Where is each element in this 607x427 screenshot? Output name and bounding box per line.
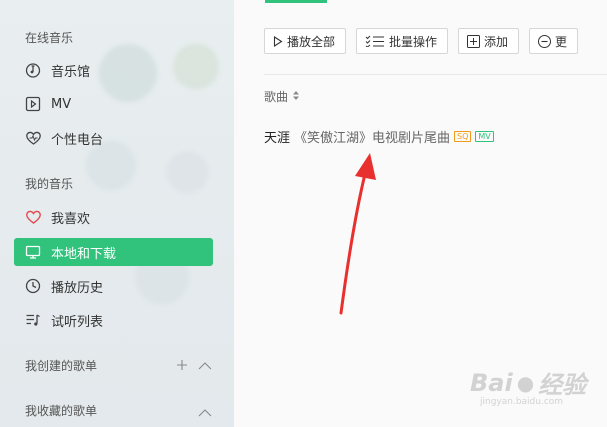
sort-icon <box>292 90 300 104</box>
sidebar-item-trial-list[interactable]: 试听列表 <box>14 306 213 334</box>
sidebar-item-label: 本地和下载 <box>51 246 117 262</box>
more-button[interactable]: 更 <box>529 28 579 54</box>
paw-icon: ● <box>516 370 535 395</box>
more-label: 更 <box>555 34 568 49</box>
watermark-brand: Bai <box>470 368 513 397</box>
collapse-chevron-up-icon[interactable] <box>198 356 212 375</box>
section-title-created-playlists: 我创建的歌单 <box>25 359 98 373</box>
table-row[interactable]: 天涯 《笑傲江湖》电视剧片尾曲 SQ MV <box>264 127 494 146</box>
heart-icon <box>24 208 42 226</box>
checklist-icon <box>365 35 385 47</box>
add-playlist-icon[interactable] <box>176 356 188 375</box>
collected-playlists-actions <box>198 403 212 422</box>
sidebar-item-radio[interactable]: 个性电台 <box>14 124 213 152</box>
play-icon <box>273 35 283 47</box>
column-header-label: 歌曲 <box>264 90 289 104</box>
sidebar-item-label: 音乐馆 <box>51 64 91 80</box>
mv-play-icon <box>24 95 42 113</box>
song-title[interactable]: 天涯 <box>264 127 290 146</box>
baidu-watermark: Bai ● 经验 jingyan.baidu.com <box>470 365 587 408</box>
sidebar-item-label: 个性电台 <box>51 132 104 148</box>
sidebar-item-music-hall[interactable]: 音乐馆 <box>14 56 213 84</box>
clock-icon <box>24 277 42 295</box>
section-title-my-music: 我的音乐 <box>25 177 74 191</box>
created-playlists-actions <box>176 356 212 375</box>
sidebar-item-label: 我喜欢 <box>51 211 91 227</box>
play-all-label: 播放全部 <box>287 34 336 49</box>
sidebar-item-label: 播放历史 <box>51 280 104 296</box>
sidebar-item-favorites[interactable]: 我喜欢 <box>14 203 213 231</box>
toolbar-divider <box>264 74 607 75</box>
sidebar-item-local-download[interactable]: 本地和下载 <box>14 238 213 266</box>
sq-badge: SQ <box>454 131 472 142</box>
toolbar: 播放全部 批量操作 添加 更 <box>264 28 579 54</box>
more-dots-icon <box>538 34 552 48</box>
plus-box-icon <box>467 34 481 48</box>
sidebar: 在线音乐 音乐馆 MV 个性电台 我的音乐 我喜欢 本地和下载 播放历史 试听列… <box>0 0 234 427</box>
active-tab-indicator <box>265 0 327 3</box>
watermark-url: jingyan.baidu.com <box>480 397 564 407</box>
sidebar-item-history[interactable]: 播放历史 <box>14 272 213 300</box>
sidebar-item-label: MV <box>51 96 72 112</box>
song-subtitle: 《笑傲江湖》电视剧片尾曲 <box>294 131 451 146</box>
music-hall-icon <box>24 61 42 79</box>
monitor-icon <box>24 243 42 261</box>
add-button[interactable]: 添加 <box>458 28 520 54</box>
playlist-icon <box>24 311 42 329</box>
sidebar-item-mv[interactable]: MV <box>14 90 213 118</box>
column-header-song[interactable]: 歌曲 <box>264 88 300 105</box>
sidebar-item-label: 试听列表 <box>51 314 104 330</box>
watermark-brand2: 经验 <box>538 371 587 399</box>
batch-operation-label: 批量操作 <box>389 34 438 49</box>
add-label: 添加 <box>484 34 509 49</box>
section-title-online: 在线音乐 <box>25 31 74 45</box>
collapse-chevron-up-icon[interactable] <box>198 403 212 422</box>
heart-radio-icon <box>24 129 42 147</box>
batch-operation-button[interactable]: 批量操作 <box>356 28 449 54</box>
section-title-collected-playlists: 我收藏的歌单 <box>25 404 98 418</box>
main-content: 播放全部 批量操作 添加 更 歌曲 天涯 《笑傲江湖》电视剧片尾曲 SQ MV <box>234 0 607 427</box>
play-all-button[interactable]: 播放全部 <box>264 28 347 54</box>
mv-badge[interactable]: MV <box>475 131 494 142</box>
